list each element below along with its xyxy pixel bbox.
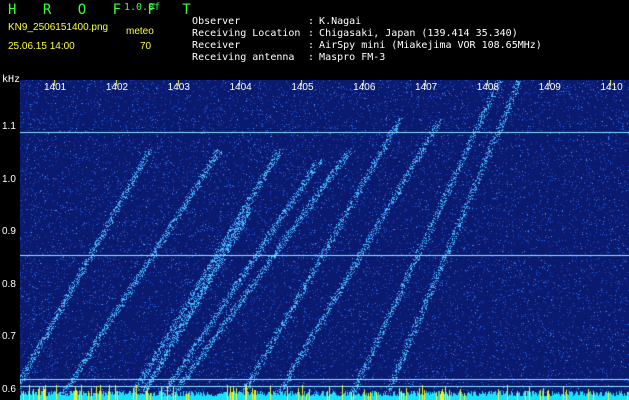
x-tick-label: 1410 [600, 82, 623, 93]
metadata-separator: : [308, 52, 315, 63]
datetime-label: 25.06.15 14:00 [8, 41, 75, 52]
metadata-value: Maspro FM-3 [319, 52, 386, 63]
x-tick-label: 1408 [476, 82, 500, 93]
spectrogram-canvas [20, 80, 629, 400]
x-tick-label: 1407 [414, 82, 438, 93]
y-tick-label: 0.7 [2, 331, 16, 343]
y-tick-label: 0.9 [2, 226, 16, 238]
x-tick-label: 1406 [353, 82, 376, 93]
x-tick-label: 1401 [44, 82, 67, 93]
meteo-label: meteo [126, 26, 154, 37]
x-tick-label: 1409 [538, 82, 561, 93]
version-label: 1.0.0f [124, 2, 161, 13]
y-tick-label: 0.8 [2, 278, 16, 290]
filename-label: KN9_2506151400.png [8, 22, 109, 33]
metadata-label: Receiving antenna [192, 52, 295, 63]
unit-label: kHz [2, 74, 21, 85]
metadata-row-antenna: Receiving antenna: Maspro FM-3 [180, 40, 385, 64]
y-tick-label: 0.6 [2, 383, 16, 395]
x-tick-label: 1403 [167, 82, 190, 93]
x-tick-label: 1402 [105, 82, 129, 93]
app-title: H R O F F T [8, 2, 200, 18]
x-tick-label: 1405 [291, 82, 314, 93]
x-tick-label: 1404 [229, 82, 252, 93]
y-tick-label: 1.0 [2, 173, 16, 185]
y-tick-label: 1.1 [2, 121, 16, 133]
meteo-value: 70 [140, 41, 152, 52]
